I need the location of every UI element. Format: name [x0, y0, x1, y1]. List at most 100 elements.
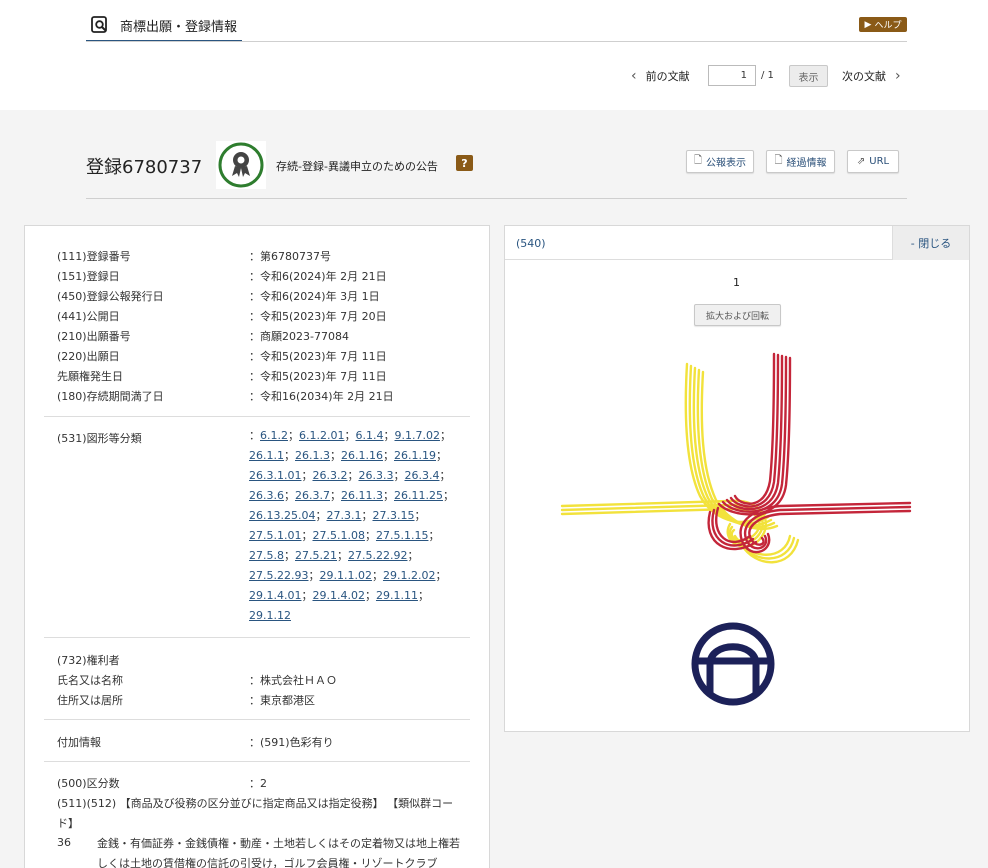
figure-class-code-link[interactable]: 26.1.16 — [341, 449, 383, 462]
gazette-button[interactable]: 🗋 公報表示 — [686, 150, 754, 173]
gazette-label: 公報表示 — [706, 158, 747, 169]
mizuhiki-cord-yellow — [560, 362, 800, 564]
detail-label: (111)登録番号 — [57, 250, 131, 263]
detail-value: ：令和6(2024)年 2月 21日 — [249, 270, 387, 283]
figure-class-code-link[interactable]: 26.1.19 — [394, 449, 436, 462]
divider — [44, 761, 470, 762]
figure-class-code-link[interactable]: 6.1.4 — [355, 429, 383, 442]
figure-class-code-link[interactable]: 26.1.3 — [295, 449, 330, 462]
figure-class-code-link[interactable]: 26.3.4 — [404, 469, 439, 482]
figure-class-code-link[interactable]: 27.5.1.08 — [312, 529, 364, 542]
figure-class-code-link[interactable]: 26.11.25 — [394, 489, 443, 502]
figure-class-code-link[interactable]: 27.5.21 — [295, 549, 337, 562]
detail-label: (220)出願日 — [57, 350, 120, 363]
figure-class-code-link[interactable]: 26.11.3 — [341, 489, 383, 502]
figure-class-code-link[interactable]: 27.3.1 — [326, 509, 361, 522]
image-panel: (540) - 閉じる 1 拡大および回転 — [504, 225, 970, 732]
tab-divider — [86, 41, 907, 42]
figure-class-code-link[interactable]: 29.1.12 — [249, 609, 291, 622]
detail-value: ：令和6(2024)年 3月 1日 — [249, 290, 380, 303]
figure-class-code-link[interactable]: 26.13.25.04 — [249, 509, 315, 522]
tab-trademark-info[interactable]: 商標出願・登録情報 — [86, 10, 242, 42]
figure-class-code-link[interactable]: 26.3.6 — [249, 489, 284, 502]
owner-name-value: ：株式会社ＨＡＯ — [249, 674, 337, 687]
figure-class-code-link[interactable]: 29.1.11 — [376, 589, 418, 602]
detail-label: (441)公開日 — [57, 310, 120, 323]
status-help-icon[interactable]: ? — [456, 155, 473, 171]
external-link-icon: ⇗ — [856, 156, 866, 167]
detail-value: ：商願2023-77084 — [249, 330, 349, 343]
figure-class-code-link[interactable]: 26.3.3 — [358, 469, 393, 482]
figure-class-code-link[interactable]: 27.5.1.15 — [376, 529, 428, 542]
gazette-badge-icon — [216, 141, 266, 189]
image-panel-header: (540) - 閉じる — [505, 226, 969, 260]
detail-label: (151)登録日 — [57, 270, 120, 283]
document-search-icon — [91, 16, 107, 33]
history-button[interactable]: 🗋 経過情報 — [766, 150, 835, 173]
trademark-image[interactable] — [560, 346, 915, 716]
image-number: 1 — [733, 276, 740, 289]
detail-value: ：第6780737号 — [249, 250, 331, 263]
detail-label: (180)存続期間満了日 — [57, 390, 164, 403]
detail-value: ：令和5(2023)年 7月 11日 — [249, 350, 387, 363]
close-button[interactable]: - 閉じる — [892, 226, 969, 260]
page-number-input[interactable]: 1 — [708, 65, 756, 86]
figure-class-code-link[interactable]: 9.1.7.02 — [394, 429, 439, 442]
detail-value: ：令和16(2034)年 2月 21日 — [249, 390, 394, 403]
figure-class-code-link[interactable]: 27.5.1.01 — [249, 529, 301, 542]
detail-value: ：令和5(2023)年 7月 20日 — [249, 310, 387, 323]
figure-class-code-link[interactable]: 29.1.1.02 — [319, 569, 371, 582]
prev-label: 前の文献 — [645, 70, 690, 83]
chevron-right-icon: › — [895, 68, 901, 84]
chevron-left-icon: ‹ — [631, 68, 637, 84]
class-count-label: (500)区分数 — [57, 777, 120, 790]
figure-class-codes: ：6.1.2；6.1.2.01；6.1.4；9.1.7.02；26.1.1；26… — [249, 429, 454, 622]
hao-logo — [691, 622, 775, 706]
owner-address-label: 住所又は居所 — [57, 694, 123, 707]
figure-class-code-link[interactable]: 6.1.2 — [260, 429, 288, 442]
figure-class-code-link[interactable]: 29.1.4.02 — [312, 589, 364, 602]
divider — [44, 637, 470, 638]
document-icon: 🗋 — [774, 155, 783, 166]
document-icon: 🗋 — [693, 155, 703, 166]
help-button[interactable]: ▶ ヘルプ — [859, 17, 907, 32]
header-divider — [86, 198, 907, 199]
top-bar: 商標出願・登録情報 ▶ ヘルプ ‹ 前の文献 1 / 1 表示 次の文献 › — [0, 0, 988, 110]
figure-class-code-link[interactable]: 26.3.2 — [312, 469, 347, 482]
image-panel-label: (540) — [516, 237, 546, 250]
next-document-link[interactable]: 次の文献 › — [842, 65, 901, 87]
registration-title: 登録6780737 — [86, 157, 203, 178]
owner-label: (732)権利者 — [57, 654, 120, 667]
class-count-value: ：2 — [249, 777, 267, 790]
show-button[interactable]: 表示 — [789, 65, 828, 87]
tab-label: 商標出願・登録情報 — [120, 19, 238, 35]
figure-class-code-link[interactable]: 26.3.1.01 — [249, 469, 301, 482]
figure-class-code-link[interactable]: 27.3.15 — [372, 509, 414, 522]
owner-name-label: 氏名又は名称 — [57, 674, 123, 687]
zoom-rotate-button[interactable]: 拡大および回転 — [694, 304, 781, 326]
goods-services-heading: (511)(512) 【商品及び役務の区分並びに指定商品又は指定役務】 【類似群… — [57, 797, 454, 830]
detail-label: 先願権発生日 — [57, 370, 123, 383]
next-label: 次の文献 — [842, 70, 886, 83]
prev-document-link[interactable]: ‹ 前の文献 — [631, 65, 690, 87]
url-button[interactable]: ⇗ URL — [847, 150, 899, 173]
page-total: / 1 — [761, 70, 774, 81]
figure-class-code-link[interactable]: 27.5.22.92 — [348, 549, 407, 562]
figure-class-code-link[interactable]: 27.5.22.93 — [249, 569, 308, 582]
divider — [44, 719, 470, 720]
detail-label: (450)登録公報発行日 — [57, 290, 164, 303]
figure-class-code-link[interactable]: 29.1.4.01 — [249, 589, 301, 602]
extra-info-value: ：(591)色彩有り — [249, 736, 334, 749]
detail-panel: (111)登録番号 ：第6780737号 (151)登録日 ：令和6(2024)年 2… — [24, 225, 490, 868]
history-label: 経過情報 — [786, 158, 827, 169]
figure-class-code-link[interactable]: 27.5.8 — [249, 549, 284, 562]
play-icon: ▶ — [864, 19, 872, 30]
detail-label: (210)出願番号 — [57, 330, 131, 343]
figure-class-code-link[interactable]: 26.3.7 — [295, 489, 330, 502]
class-number: 36 — [57, 836, 71, 849]
figure-class-code-link[interactable]: 29.1.2.02 — [383, 569, 435, 582]
figure-class-code-link[interactable]: 6.1.2.01 — [299, 429, 344, 442]
figure-class-code-link[interactable]: 26.1.1 — [249, 449, 284, 462]
url-label: URL — [869, 156, 890, 167]
divider — [44, 416, 470, 417]
